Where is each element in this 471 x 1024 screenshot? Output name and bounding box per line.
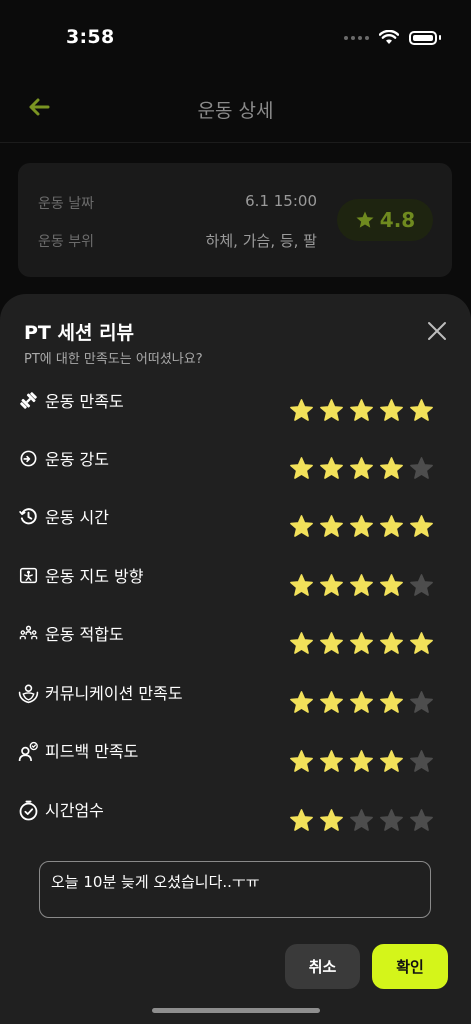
date-label: 운동 날짜: [38, 196, 94, 212]
category-label-communication: 커뮤니케이션 만족도: [45, 684, 183, 703]
overall-rating-value: 4.8: [379, 208, 416, 232]
guidance-icon: [19, 567, 38, 584]
star-filled-icon[interactable]: [319, 573, 344, 598]
review-comment-input[interactable]: 오늘 10분 늦게 오셨습니다..ㅜㅠ: [39, 861, 431, 918]
history-clock-icon: [19, 508, 37, 525]
punctuality-clock-icon: [19, 800, 38, 821]
star-filled-icon[interactable]: [409, 631, 434, 656]
sheet-title: PT 세션 리뷰: [24, 322, 135, 344]
star-filled-icon[interactable]: [349, 573, 374, 598]
star-filled-icon[interactable]: [289, 514, 314, 539]
signal-icon: [344, 35, 369, 40]
intensity-gauge-icon: [20, 450, 37, 467]
star-rating-guidance[interactable]: [289, 573, 434, 598]
star-empty-icon[interactable]: [409, 456, 434, 481]
category-icon: [18, 800, 39, 825]
category-icon: [18, 683, 39, 708]
wifi-icon: [379, 30, 399, 44]
star-filled-icon[interactable]: [349, 456, 374, 481]
star-filled-icon[interactable]: [319, 398, 344, 423]
star-filled-icon[interactable]: [379, 514, 404, 539]
category-label-punctuality: 시간엄수: [45, 801, 104, 820]
star-filled-icon[interactable]: [319, 631, 344, 656]
star-filled-icon[interactable]: [289, 749, 314, 774]
overall-rating-badge: 4.8: [337, 199, 433, 241]
body-part-label: 운동 부위: [38, 234, 94, 250]
star-filled-icon[interactable]: [409, 398, 434, 423]
star-filled-icon[interactable]: [349, 749, 374, 774]
star-rating-satisfaction[interactable]: [289, 398, 434, 423]
star-filled-icon[interactable]: [289, 808, 314, 833]
category-label-duration: 운동 시간: [45, 508, 109, 527]
star-filled-icon[interactable]: [349, 398, 374, 423]
status-icons: [344, 30, 441, 45]
communication-icon: [18, 684, 39, 704]
star-filled-icon[interactable]: [379, 398, 404, 423]
cancel-button[interactable]: 취소: [285, 944, 360, 989]
category-icon: [19, 566, 38, 589]
category-label-intensity: 운동 강도: [45, 450, 109, 469]
home-indicator: [152, 1008, 320, 1013]
close-icon[interactable]: [426, 320, 448, 342]
sheet-subtitle: PT에 대한 만족도는 어떠셨나요?: [24, 352, 203, 367]
confirm-button[interactable]: 확인: [372, 944, 448, 989]
category-icon: [19, 391, 38, 414]
star-icon: [356, 211, 374, 228]
status-time: 3:58: [66, 26, 115, 48]
star-filled-icon[interactable]: [289, 456, 314, 481]
star-filled-icon[interactable]: [319, 690, 344, 715]
star-empty-icon[interactable]: [409, 690, 434, 715]
feedback-person-icon: [18, 741, 38, 761]
date-value: 6.1 15:00: [245, 192, 317, 210]
star-filled-icon[interactable]: [289, 573, 314, 598]
star-rating-fit[interactable]: [289, 631, 434, 656]
star-rating-communication[interactable]: [289, 690, 434, 715]
star-filled-icon[interactable]: [379, 573, 404, 598]
page-title: 운동 상세: [197, 100, 274, 122]
battery-icon: [409, 30, 437, 45]
star-filled-icon[interactable]: [289, 631, 314, 656]
star-rating-feedback[interactable]: [289, 749, 434, 774]
people-fit-icon: [19, 625, 38, 640]
star-rating-punctuality[interactable]: [289, 808, 434, 833]
star-empty-icon[interactable]: [409, 573, 434, 598]
category-label-fit: 운동 적합도: [45, 625, 124, 644]
star-filled-icon[interactable]: [319, 749, 344, 774]
category-icon: [18, 741, 39, 766]
star-empty-icon[interactable]: [349, 808, 374, 833]
category-icon: [19, 507, 38, 530]
dumbbell-icon: [20, 392, 37, 409]
star-filled-icon[interactable]: [349, 690, 374, 715]
star-filled-icon[interactable]: [379, 631, 404, 656]
body-part-value: 하체, 가슴, 등, 팔: [205, 232, 317, 250]
star-empty-icon[interactable]: [379, 808, 404, 833]
star-empty-icon[interactable]: [409, 749, 434, 774]
star-filled-icon[interactable]: [349, 631, 374, 656]
star-filled-icon[interactable]: [379, 456, 404, 481]
review-comment-text: 오늘 10분 늦게 오셨습니다..ㅜㅠ: [51, 873, 260, 891]
star-empty-icon[interactable]: [409, 808, 434, 833]
category-label-feedback: 피드백 만족도: [45, 742, 139, 761]
star-filled-icon[interactable]: [319, 514, 344, 539]
star-filled-icon[interactable]: [409, 514, 434, 539]
category-icon: [19, 449, 38, 472]
star-rating-duration[interactable]: [289, 514, 434, 539]
star-filled-icon[interactable]: [289, 398, 314, 423]
star-filled-icon[interactable]: [319, 808, 344, 833]
star-filled-icon[interactable]: [379, 749, 404, 774]
star-filled-icon[interactable]: [319, 456, 344, 481]
category-label-guidance: 운동 지도 방향: [45, 567, 144, 586]
category-label-satisfaction: 운동 만족도: [45, 392, 124, 411]
star-filled-icon[interactable]: [349, 514, 374, 539]
star-filled-icon[interactable]: [289, 690, 314, 715]
star-filled-icon[interactable]: [379, 690, 404, 715]
category-icon: [19, 624, 38, 647]
star-rating-intensity[interactable]: [289, 456, 434, 481]
